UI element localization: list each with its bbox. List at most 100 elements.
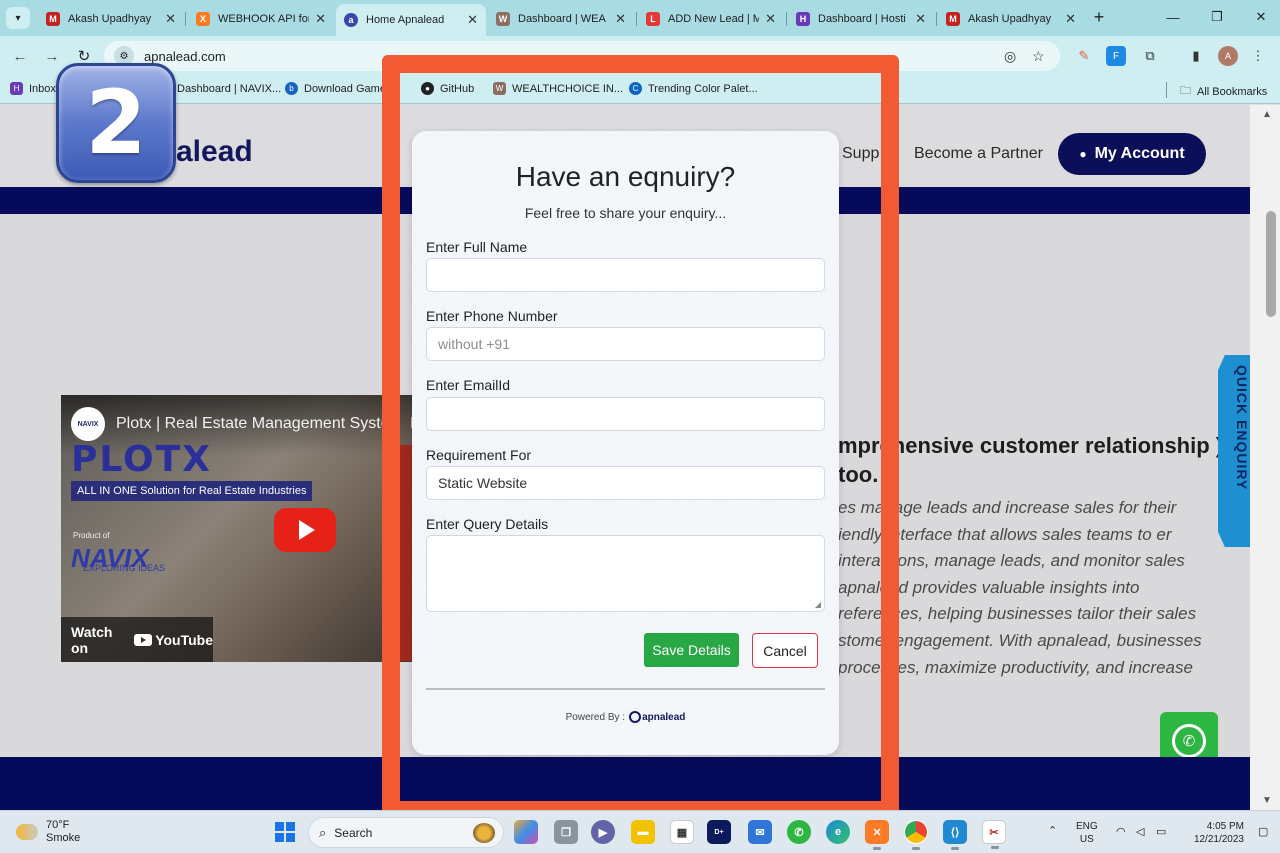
extension-icon[interactable]: F [1106, 46, 1126, 66]
whatsapp-icon: ✆ [1172, 724, 1206, 758]
phone-field[interactable]: without +91 [426, 327, 825, 361]
enquiry-modal: Have an eqnuiry? Feel free to share your… [412, 131, 839, 755]
play-button[interactable] [274, 508, 336, 552]
tab-separator [936, 12, 937, 26]
email-field[interactable] [426, 397, 825, 431]
tab-separator [636, 12, 637, 26]
url-text[interactable]: apnalead.com [144, 49, 226, 64]
query-textarea[interactable]: ◢ [426, 535, 825, 612]
store-icon[interactable]: ▦ [670, 820, 694, 844]
scroll-up-icon[interactable]: ▲ [1262, 109, 1272, 120]
resize-handle-icon[interactable]: ◢ [815, 600, 821, 609]
extension-icon[interactable]: ✎ [1074, 46, 1094, 66]
close-icon[interactable]: ✕ [165, 11, 176, 27]
save-details-button[interactable]: Save Details [644, 633, 739, 667]
video-tagline: ALL IN ONE Solution for Real Estate Indu… [71, 481, 313, 501]
start-button[interactable] [275, 822, 295, 842]
tab-dashboard-hostinger[interactable]: H Dashboard | Hosti ✕ [788, 6, 934, 32]
edge-icon[interactable]: e [826, 820, 850, 844]
new-tab-button[interactable]: + [1088, 6, 1110, 28]
video-product-of: Product of [73, 531, 110, 540]
snipping-tool-icon[interactable]: ✂ [982, 820, 1006, 849]
star-icon[interactable]: ☆ [1032, 48, 1045, 65]
avatar[interactable]: A [1218, 46, 1238, 66]
sidebar-icon[interactable]: ▮ [1186, 46, 1206, 66]
teams-icon[interactable]: ▶ [591, 820, 615, 844]
chrome-icon[interactable] [904, 820, 928, 850]
all-bookmarks-label: All Bookmarks [1197, 85, 1268, 98]
cancel-button[interactable]: Cancel [752, 633, 818, 668]
channel-avatar[interactable]: NAVIX [71, 407, 105, 441]
requirement-select[interactable]: Static Website [426, 466, 825, 500]
whatsapp-icon[interactable]: ✆ [787, 820, 811, 844]
battery-icon[interactable]: ▭ [1156, 825, 1166, 838]
close-icon[interactable]: ✕ [915, 11, 926, 27]
video-embed[interactable]: NAVIX Plotx | Real Estate Management Sys… [61, 395, 421, 662]
weather-desc: Smoke [46, 832, 81, 844]
step-number: 2 [85, 71, 147, 174]
tab-akash-upadhyay-1[interactable]: M Akash Upadhyay ✕ [38, 6, 184, 32]
all-bookmarks[interactable]: 🗀 All Bookmarks [1180, 82, 1267, 101]
menu-icon[interactable]: ⋮ [1248, 46, 1268, 66]
puzzle-icon[interactable]: ⧉ [1140, 46, 1160, 66]
bookmark-dashboard-navix[interactable]: N Dashboard | NAVIX... [158, 82, 281, 95]
volume-icon[interactable]: ◁ [1136, 825, 1144, 838]
minimize-icon: — [1166, 9, 1180, 25]
language-indicator[interactable]: ENG US [1076, 820, 1098, 846]
xampp-icon[interactable]: ✕ [865, 820, 889, 850]
bookmark-separator [1166, 82, 1167, 98]
tray-overflow-icon[interactable]: ⌃ [1048, 824, 1057, 837]
weather-text: 70°F Smoke [46, 819, 80, 845]
vscode-icon[interactable]: ⟨⟩ [943, 820, 967, 850]
phone-label: Enter Phone Number [426, 308, 558, 324]
file-explorer-icon[interactable]: ▬ [631, 820, 655, 844]
bookmark-label: Inbox [29, 82, 56, 95]
query-label: Enter Query Details [426, 516, 549, 532]
restore-button[interactable]: ❐ [1202, 6, 1232, 28]
mail-icon[interactable]: ✉ [748, 820, 772, 844]
search-icon: ⌕ [319, 824, 327, 840]
task-view-icon[interactable]: ❐ [554, 820, 578, 844]
nav-become-partner[interactable]: Become a Partner [914, 145, 1043, 163]
back-button[interactable]: ← [9, 45, 31, 67]
close-window-button[interactable]: ✕ [1246, 6, 1276, 28]
eye-off-icon[interactable]: ◎ [1004, 48, 1016, 65]
tab-add-new-lead[interactable]: L ADD New Lead | M ✕ [638, 6, 784, 32]
close-icon[interactable]: ✕ [765, 11, 776, 27]
tab-webhook-api[interactable]: X WEBHOOK API for ✕ [188, 6, 334, 32]
copilot-icon[interactable] [514, 820, 538, 844]
close-icon: ✕ [1255, 9, 1267, 24]
tab-dashboard-wealth[interactable]: W Dashboard | WEA ✕ [488, 6, 634, 32]
notification-icon[interactable]: ▢ [1258, 825, 1268, 838]
tab-search-button[interactable]: ▾ [6, 7, 30, 29]
scroll-down-icon[interactable]: ▼ [1262, 795, 1272, 806]
youtube-label: YouTube [155, 631, 213, 648]
tab-home-apnalead[interactable]: a Home Apnalead ✕ [336, 4, 486, 36]
weather-widget[interactable]: 70°F Smoke [16, 819, 80, 845]
gmail-icon: M [46, 12, 60, 26]
my-account-button[interactable]: ● My Account [1058, 133, 1206, 175]
quick-enquiry-tab[interactable]: QUICK ENQUIRY [1218, 355, 1250, 547]
lead-icon: L [646, 12, 660, 26]
minimize-button[interactable]: — [1158, 6, 1188, 28]
video-title[interactable]: Plotx | Real Estate Management Syste B [116, 415, 421, 433]
site-logo[interactable]: alead [176, 135, 253, 169]
close-icon[interactable]: ✕ [315, 11, 326, 27]
tab-akash-upadhyay-2[interactable]: M Akash Upadhyay ✕ [938, 6, 1084, 32]
close-icon[interactable]: ✕ [467, 12, 478, 28]
wifi-icon[interactable]: ◠ [1116, 825, 1126, 838]
watch-on-youtube[interactable]: Watch on YouTube [61, 617, 213, 662]
bookmark-inbox[interactable]: H Inbox [10, 82, 56, 95]
forward-button[interactable]: → [41, 45, 63, 67]
disney-plus-icon[interactable]: D+ [707, 820, 731, 844]
bookmark-download-game[interactable]: b Download Game... [285, 82, 395, 95]
youtube-logo: YouTube [134, 632, 213, 648]
scroll-thumb[interactable] [1266, 211, 1276, 317]
page-scrollbar[interactable]: ▲ ▼ [1250, 105, 1280, 810]
system-clock[interactable]: 4:05 PM 12/21/2023 [1186, 820, 1244, 846]
taskbar-search[interactable]: ⌕ Search [308, 817, 504, 848]
close-icon[interactable]: ✕ [1065, 11, 1076, 27]
full-name-field[interactable] [426, 258, 825, 292]
tab-title: Akash Upadhyay [968, 13, 1052, 25]
close-icon[interactable]: ✕ [615, 11, 626, 27]
